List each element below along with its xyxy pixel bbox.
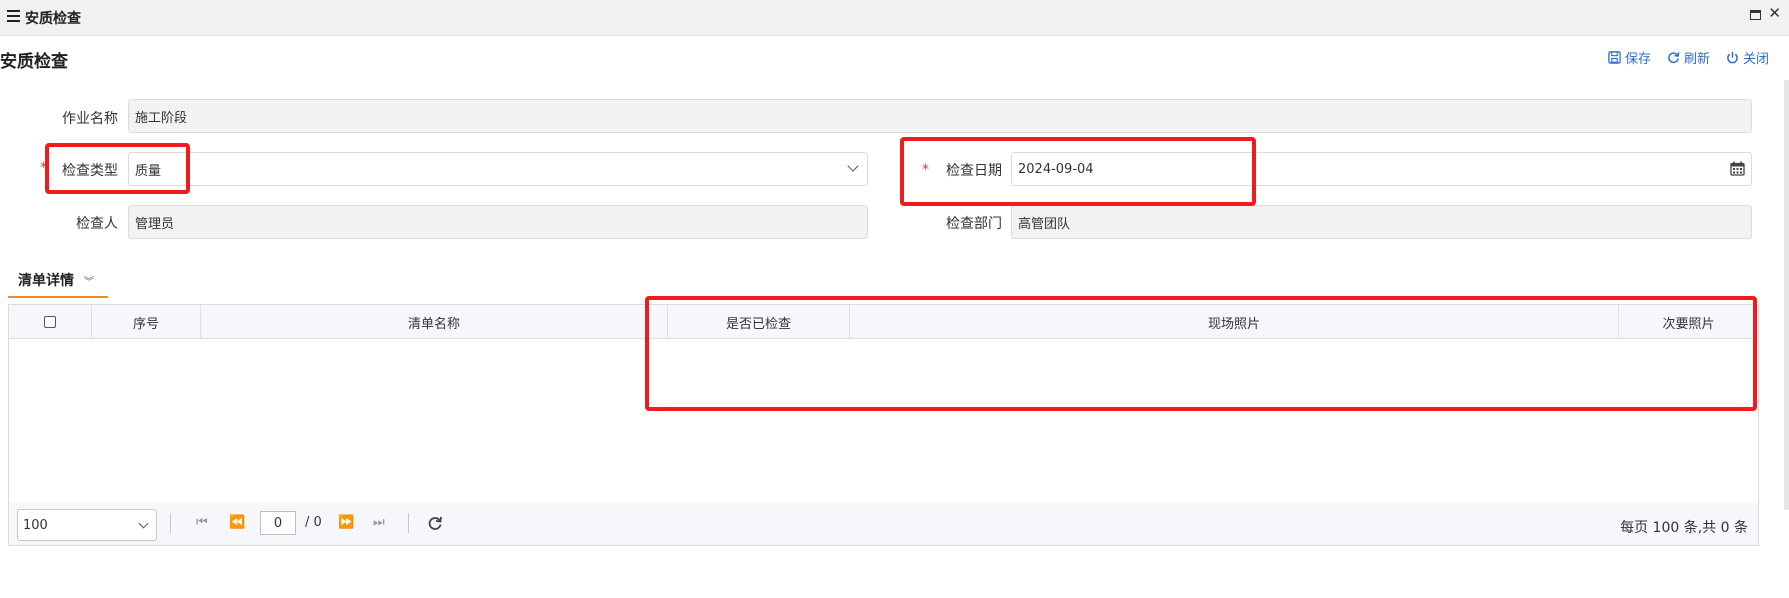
chevron-down-icon xyxy=(847,160,859,172)
select-all-cell xyxy=(9,305,92,339)
page-number-input[interactable]: 0 xyxy=(260,511,296,535)
inspect-dept-value: 高管团队 xyxy=(1018,216,1071,232)
select-all-checkbox[interactable] xyxy=(44,316,56,328)
page-title: 安质检查 xyxy=(0,52,68,72)
chevron-down-icon xyxy=(138,518,149,529)
page-total: / 0 xyxy=(305,515,322,530)
close-label: 关闭 xyxy=(1742,52,1769,67)
pagination-bar: 100 ⏮ ⏪ 0 / 0 ⏩ ⏭ 每页 100 条,共 0 条 xyxy=(9,503,1758,545)
page-number-value: 0 xyxy=(273,515,283,531)
job-name-field: 施工阶段 xyxy=(128,99,1752,133)
divider xyxy=(170,513,171,533)
column-header[interactable]: 清单名称 xyxy=(201,305,668,339)
next-page-icon[interactable]: ⏩ xyxy=(338,515,354,530)
inspector-label: 检查人 xyxy=(76,216,118,232)
inspect-type-select[interactable]: 质量 xyxy=(128,152,868,186)
last-page-icon[interactable]: ⏭ xyxy=(373,515,385,530)
column-header[interactable]: 序号 xyxy=(92,305,201,339)
refresh-icon xyxy=(1668,52,1680,64)
inspector-field: 管理员 xyxy=(128,205,868,239)
divider xyxy=(408,513,409,533)
column-header[interactable]: 现场照片 xyxy=(850,305,1619,339)
save-button[interactable]: 保存 xyxy=(1608,48,1651,67)
job-name-label: 作业名称 xyxy=(62,111,118,127)
inspect-type-label: 检查类型 xyxy=(62,163,118,179)
checklist-table: 序号 清单名称 是否已检查 现场照片 次要照片 100 ⏮ ⏪ 0 / 0 ⏩ … xyxy=(8,304,1759,546)
inspector-value: 管理员 xyxy=(135,216,175,232)
tab-checklist-details[interactable]: 清单详情 ︾ xyxy=(8,268,108,298)
column-header[interactable]: 是否已检查 xyxy=(668,305,850,339)
scrollbar[interactable] xyxy=(1784,80,1789,510)
inspect-dept-field: 高管团队 xyxy=(1011,205,1752,239)
calendar-icon[interactable] xyxy=(1730,161,1745,176)
power-icon xyxy=(1727,51,1738,64)
refresh-label: 刷新 xyxy=(1683,52,1710,67)
table-header: 序号 清单名称 是否已检查 现场照片 次要照片 xyxy=(9,305,1758,339)
window-title: 安质检查 xyxy=(25,11,81,27)
menu-icon[interactable] xyxy=(7,10,20,22)
tab-label: 清单详情 xyxy=(18,273,74,289)
close-button[interactable]: 关闭 xyxy=(1726,48,1769,67)
refresh-icon[interactable] xyxy=(427,515,443,531)
job-name-value: 施工阶段 xyxy=(135,110,188,126)
pagination-summary: 每页 100 条,共 0 条 xyxy=(1620,520,1748,536)
inspect-date-label: 检查日期 xyxy=(946,163,1002,179)
action-bar: 保存 刷新 关闭 xyxy=(1608,48,1769,67)
inspect-date-input[interactable]: 2024-09-04 xyxy=(1011,152,1752,186)
prev-page-icon[interactable]: ⏪ xyxy=(229,515,245,530)
maximize-icon[interactable] xyxy=(1750,10,1761,20)
close-icon[interactable]: ✕ xyxy=(1768,4,1781,22)
window-titlebar: 安质检查 ✕ xyxy=(0,0,1789,36)
refresh-button[interactable]: 刷新 xyxy=(1667,48,1710,67)
double-chevron-down-icon[interactable]: ︾ xyxy=(84,273,94,288)
column-header[interactable]: 次要照片 xyxy=(1619,305,1758,339)
inspect-dept-label: 检查部门 xyxy=(946,216,1002,232)
save-label: 保存 xyxy=(1624,52,1651,67)
first-page-icon[interactable]: ⏮ xyxy=(196,515,208,530)
inspect-type-value: 质量 xyxy=(135,163,162,179)
page-size-value: 100 xyxy=(23,517,48,533)
page-size-select[interactable]: 100 xyxy=(17,509,157,541)
inspect-date-value: 2024-09-04 xyxy=(1018,161,1094,177)
save-icon xyxy=(1608,51,1621,64)
